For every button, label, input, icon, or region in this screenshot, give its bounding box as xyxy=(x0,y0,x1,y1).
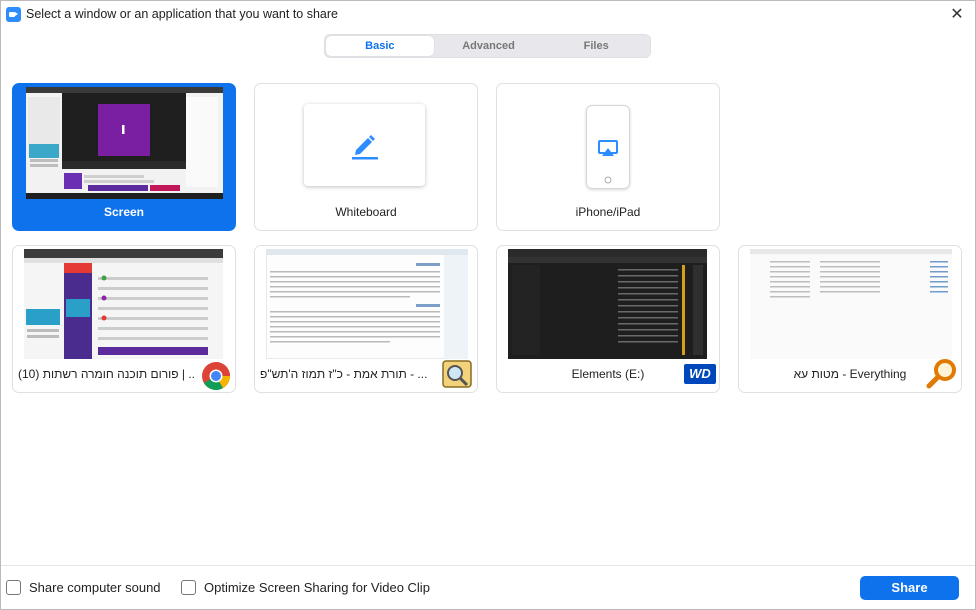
chrome-icon xyxy=(200,360,234,390)
share-card-label: Whiteboard xyxy=(335,205,397,219)
wd-drive-icon: WD xyxy=(684,364,716,384)
share-button[interactable]: Share xyxy=(860,576,959,600)
tab-files[interactable]: Files xyxy=(542,35,650,57)
whiteboard-thumbnail xyxy=(304,104,425,186)
tab-advanced[interactable]: Advanced xyxy=(435,35,543,57)
window-thumbnail xyxy=(24,249,223,359)
share-card-label: (10) פורום תוכנה חומרה רשתות | ... xyxy=(18,367,195,381)
share-card-screen[interactable]: Screen xyxy=(12,83,236,231)
share-card-label: iPhone/iPad xyxy=(575,205,641,219)
optimize-video-checkbox-row[interactable]: Optimize Screen Sharing for Video Clip xyxy=(181,580,430,595)
window-title: Select a window or an application that y… xyxy=(26,7,338,21)
window-thumbnail xyxy=(266,249,468,359)
pen-icon xyxy=(352,135,378,160)
share-sound-checkbox[interactable] xyxy=(6,580,21,595)
everything-search-icon xyxy=(926,358,960,389)
close-icon[interactable]: ✕ xyxy=(947,5,967,25)
share-card-whiteboard[interactable]: Whiteboard xyxy=(254,83,478,231)
screen-thumbnail xyxy=(26,87,223,199)
footer-divider xyxy=(1,565,975,566)
title-bar: Select a window or an application that y… xyxy=(0,0,976,28)
wd-logo-text: WD xyxy=(689,366,711,381)
share-card-label: Screen xyxy=(103,205,145,219)
zoom-app-icon xyxy=(6,7,21,22)
share-sound-label: Share computer sound xyxy=(29,580,161,595)
tab-basic[interactable]: Basic xyxy=(326,36,434,56)
optimize-video-label: Optimize Screen Sharing for Video Clip xyxy=(204,580,430,595)
share-card-iphone-ipad[interactable]: iPhone/iPad xyxy=(496,83,720,231)
airplay-icon xyxy=(598,140,618,184)
share-sound-checkbox-row[interactable]: Share computer sound xyxy=(6,580,161,595)
share-card-window-chrome[interactable]: (10) פורום תוכנה חומרה רשתות | ... xyxy=(12,245,236,393)
share-tabs: Basic Advanced Files xyxy=(324,34,651,58)
magnifier-app-icon xyxy=(441,358,475,388)
window-thumbnail xyxy=(750,249,952,359)
share-card-label: תורת אמת - כ"ז תמוז ה'תש"פ - ... xyxy=(260,367,428,381)
phone-thumbnail xyxy=(586,105,630,189)
window-thumbnail xyxy=(508,249,707,359)
share-card-window-everything[interactable]: מטות עא - Everything xyxy=(738,245,962,393)
share-card-window-torah[interactable]: תורת אמת - כ"ז תמוז ה'תש"פ - ... xyxy=(254,245,478,393)
optimize-video-checkbox[interactable] xyxy=(181,580,196,595)
share-card-window-elements[interactable]: Elements (E:) WD xyxy=(496,245,720,393)
